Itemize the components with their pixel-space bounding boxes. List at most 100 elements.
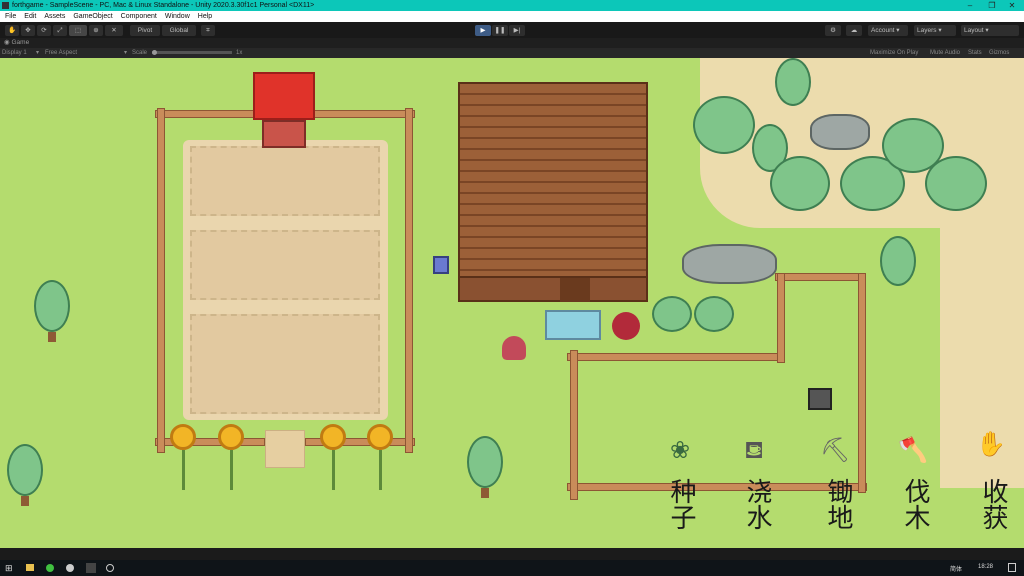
- play-button[interactable]: ▶: [475, 25, 491, 36]
- rocks[interactable]: [682, 244, 777, 284]
- layers-label: Layers: [917, 27, 937, 34]
- hand-tool-icon[interactable]: ✋: [5, 25, 19, 36]
- maximize-button[interactable]: ❐: [982, 0, 1002, 11]
- layout-label: Layout: [964, 27, 984, 34]
- cloud-icon[interactable]: ☁: [846, 25, 862, 36]
- crop-plot: [190, 314, 380, 414]
- menu-edit[interactable]: Edit: [24, 13, 36, 20]
- sunflower: [320, 424, 346, 450]
- stats-toggle[interactable]: Stats: [968, 48, 982, 58]
- watering-can-icon[interactable]: ⛾: [740, 436, 768, 466]
- step-button[interactable]: ▶|: [509, 25, 525, 36]
- bush: [694, 296, 734, 332]
- account-label: Account: [871, 27, 895, 34]
- rocks[interactable]: [810, 114, 870, 150]
- sunflower: [170, 424, 196, 450]
- sunflower: [367, 424, 393, 450]
- axe-icon[interactable]: 🪓: [898, 436, 928, 466]
- move-tool-icon[interactable]: ✥: [21, 25, 35, 36]
- pivot-button[interactable]: Pivot: [130, 25, 160, 36]
- close-button[interactable]: ✕: [1002, 0, 1022, 11]
- scale-label: Scale: [132, 50, 148, 56]
- browser-icon[interactable]: [46, 564, 54, 572]
- tree: [467, 436, 503, 488]
- hoe-icon[interactable]: ⛏: [820, 436, 850, 466]
- taskbar: ⊞ 简体 18:28: [0, 560, 1024, 576]
- windows-start-icon[interactable]: ⊞: [5, 563, 13, 574]
- house-door[interactable]: [560, 278, 590, 302]
- menu-assets[interactable]: Assets: [44, 13, 65, 20]
- layout-dropdown[interactable]: Layout ▾: [961, 25, 1019, 36]
- minimize-button[interactable]: –: [960, 0, 980, 11]
- unity-icon: [2, 2, 9, 9]
- display-dropdown[interactable]: Display 1: [2, 48, 27, 58]
- game-view[interactable]: ❀ ⛾ ⛏ 🪓 ✋ 种子 浇水 锄地 伐木 收获: [0, 58, 1024, 548]
- main-toolbar: ✋ ✥ ⟳ ⤢ ⬚ ⊕ ✕ Pivot Global ⌗ ▶ ❚❚ ▶| ⚙ ☁…: [0, 22, 1024, 38]
- tool-harvest-label[interactable]: 收获: [977, 478, 1008, 530]
- clock-app-icon[interactable]: [106, 564, 114, 572]
- tree: [7, 444, 43, 496]
- clock[interactable]: 18:28: [978, 564, 993, 570]
- layers-dropdown[interactable]: Layers ▾: [914, 25, 956, 36]
- title-bar: forthgame - SampleScene - PC, Mac & Linu…: [0, 0, 1024, 11]
- tree: [693, 96, 755, 154]
- house-wall: [458, 276, 648, 302]
- seed-icon[interactable]: ❀: [666, 436, 694, 466]
- gizmos-dropdown[interactable]: Gizmos: [989, 48, 1009, 58]
- tree: [775, 58, 811, 106]
- tree: [880, 236, 916, 286]
- tool-seed-label[interactable]: 种子: [665, 478, 696, 530]
- menu-component[interactable]: Component: [121, 13, 157, 20]
- fence: [405, 108, 413, 453]
- rect-tool-icon[interactable]: ⬚: [69, 25, 87, 36]
- menu-gameobject[interactable]: GameObject: [73, 13, 112, 20]
- tree: [34, 280, 70, 332]
- bucket[interactable]: [808, 388, 832, 410]
- menu-help[interactable]: Help: [198, 13, 212, 20]
- menu-file[interactable]: File: [5, 13, 16, 20]
- house-roof: [458, 82, 648, 278]
- scale-slider-handle[interactable]: [152, 50, 157, 55]
- game-tab[interactable]: ◉ Game: [0, 38, 1024, 48]
- apple[interactable]: [612, 312, 640, 340]
- crop-plot: [190, 146, 380, 216]
- tool-water-label[interactable]: 浇水: [741, 478, 772, 530]
- mushroom[interactable]: [502, 336, 526, 360]
- status-bar: [0, 548, 1024, 560]
- brick-path: [265, 430, 305, 468]
- scale-slider[interactable]: [152, 51, 232, 54]
- aspect-dropdown[interactable]: Free Aspect: [45, 48, 77, 58]
- unity-hub-icon[interactable]: [66, 564, 74, 572]
- tool-hoe-label[interactable]: 锄地: [822, 478, 853, 530]
- well-roof: [253, 72, 315, 120]
- notification-icon[interactable]: [1008, 563, 1016, 572]
- tree: [925, 156, 987, 211]
- pause-button[interactable]: ❚❚: [492, 25, 508, 36]
- ime-indicator[interactable]: 简体: [950, 564, 962, 573]
- bush: [652, 296, 692, 332]
- transform-tool-icon[interactable]: ⊕: [89, 25, 103, 36]
- player-character[interactable]: [433, 256, 449, 274]
- file-explorer-icon[interactable]: [26, 564, 34, 571]
- scale-tool-icon[interactable]: ⤢: [53, 25, 67, 36]
- grid-snap-icon[interactable]: ⌗: [201, 25, 215, 36]
- well: [262, 120, 306, 148]
- menu-bar: File Edit Assets GameObject Component Window H…: [0, 11, 1024, 22]
- account-dropdown[interactable]: Account ▾: [868, 25, 908, 36]
- global-button[interactable]: Global: [162, 25, 196, 36]
- game-tab-label: Game: [11, 39, 30, 46]
- mute-audio-toggle[interactable]: Mute Audio: [930, 48, 960, 58]
- fence: [775, 273, 865, 281]
- custom-tool-icon[interactable]: ✕: [105, 25, 123, 36]
- maximize-on-play-toggle[interactable]: Maximize On Play: [870, 48, 918, 58]
- tool-chop-label[interactable]: 伐木: [899, 478, 930, 530]
- unity-taskbar-icon[interactable]: [86, 563, 96, 573]
- fruit-tree[interactable]: [770, 156, 830, 211]
- scale-value: 1x: [236, 50, 243, 56]
- window-title: forthgame - SampleScene - PC, Mac & Linu…: [12, 2, 315, 9]
- menu-window[interactable]: Window: [165, 13, 190, 20]
- collab-icon[interactable]: ⚙: [825, 25, 841, 36]
- sunflower: [218, 424, 244, 450]
- hand-icon[interactable]: ✋: [976, 430, 1006, 460]
- rotate-tool-icon[interactable]: ⟳: [37, 25, 51, 36]
